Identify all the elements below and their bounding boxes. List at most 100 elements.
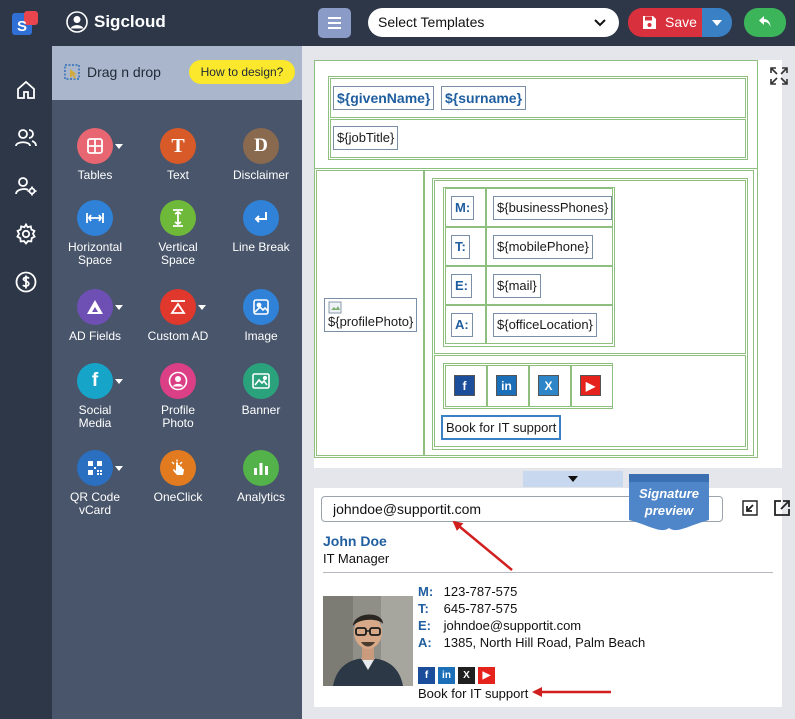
tool-profile[interactable]: Profile Photo xyxy=(136,363,220,430)
tool-horizontal[interactable]: Horizontal Space xyxy=(53,200,137,267)
tool-label: Banner xyxy=(219,404,303,417)
contact-key-field[interactable]: T: xyxy=(451,235,470,259)
tool-social[interactable]: f Social Media xyxy=(53,363,137,430)
tool-custom-ad[interactable]: Custom AD xyxy=(136,289,220,343)
tool-ad-fields[interactable]: AD Fields xyxy=(53,289,137,343)
collapse-preview-tab[interactable] xyxy=(523,471,623,487)
back-button[interactable] xyxy=(744,8,786,37)
linkedin-icon[interactable]: in xyxy=(438,667,455,684)
caret-down-icon[interactable] xyxy=(115,305,123,310)
given-name-field[interactable]: ${givenName} xyxy=(333,86,435,110)
tool-label-line: Line Break xyxy=(232,240,290,254)
tool-oneclick[interactable]: OneClick xyxy=(136,450,220,504)
contact-key-field[interactable]: A: xyxy=(451,313,473,337)
contact-value-field[interactable]: ${businessPhones} xyxy=(493,196,613,220)
disclaimer-icon: D xyxy=(243,128,279,164)
tool-analytics[interactable]: Analytics xyxy=(219,450,303,504)
home-icon[interactable] xyxy=(14,78,38,102)
preview-contact-row: T: 645-787-575 xyxy=(418,601,517,616)
tool-line-break[interactable]: Line Break xyxy=(219,200,303,254)
panel-header: Sigcloud xyxy=(52,0,302,46)
contact-cell-divider xyxy=(485,266,487,305)
tool-label-line: Custom AD xyxy=(147,329,209,343)
preview-cta-link[interactable]: Book for IT support xyxy=(418,686,528,701)
users-icon[interactable] xyxy=(14,126,38,150)
surname-field[interactable]: ${surname} xyxy=(441,86,527,110)
sigcloud-logo-icon: S xyxy=(12,11,38,35)
contact-value-field[interactable]: ${mail} xyxy=(493,274,541,298)
x-icon[interactable]: X xyxy=(538,375,559,396)
tool-label: Disclaimer xyxy=(219,169,303,182)
caret-down-icon[interactable] xyxy=(115,466,123,471)
chevron-down-icon xyxy=(594,19,606,27)
facebook-icon[interactable]: f xyxy=(418,667,435,684)
tool-label: Analytics xyxy=(219,491,303,504)
tool-label: Text xyxy=(136,169,220,182)
tool-banner[interactable]: Banner xyxy=(219,363,303,417)
youtube-icon[interactable]: ▶ xyxy=(478,667,495,684)
contact-value-field[interactable]: ${officeLocation} xyxy=(493,313,597,337)
ribbon-line-1: Signature xyxy=(639,486,699,501)
gear-icon[interactable] xyxy=(14,222,38,246)
youtube-icon[interactable]: ▶ xyxy=(580,375,601,396)
caret-down-icon[interactable] xyxy=(115,379,123,384)
contact-key-field[interactable]: M: xyxy=(451,196,475,220)
tool-text[interactable]: T Text xyxy=(136,128,220,182)
facebook-icon[interactable]: f xyxy=(454,375,475,396)
preview-contact-value: johndoe@supportit.com xyxy=(443,618,582,633)
preview-divider xyxy=(323,572,773,573)
tool-panel: Sigcloud Drag n drop How to design? Tabl… xyxy=(52,0,302,719)
tool-disclaimer[interactable]: D Disclaimer xyxy=(219,128,303,182)
preview-contact-key: T: xyxy=(418,601,429,616)
caret-down-icon[interactable] xyxy=(198,305,206,310)
tool-label: AD Fields xyxy=(53,330,137,343)
signature-editor: ${givenName} ${surname} ${jobTitle} ${pr… xyxy=(314,60,788,468)
preview-contact-key: M: xyxy=(418,584,434,599)
menu-button[interactable] xyxy=(318,8,351,38)
tool-image[interactable]: Image xyxy=(219,289,303,343)
caret-down-icon[interactable] xyxy=(115,144,123,149)
save-button[interactable]: Save xyxy=(628,8,702,37)
tool-label: Line Break xyxy=(219,241,303,254)
drag-drop-strip: Drag n drop How to design? xyxy=(52,46,302,100)
insert-signature-icon[interactable] xyxy=(740,498,760,518)
tool-qr-code[interactable]: QR Code vCard xyxy=(53,450,137,517)
top-bar: Select Templates Save xyxy=(302,0,795,46)
profile-photo-field[interactable]: ${profilePhoto} xyxy=(324,298,418,332)
tool-label-line: Image xyxy=(244,329,278,343)
tool-label: QR Code vCard xyxy=(53,491,137,517)
tool-label-line: Space xyxy=(77,253,113,267)
open-external-icon[interactable] xyxy=(772,498,792,518)
floppy-disk-icon xyxy=(643,16,656,29)
save-options-button[interactable] xyxy=(702,8,732,37)
left-rail: S xyxy=(0,0,52,719)
preview-contact-value: 123-787-575 xyxy=(443,584,518,599)
dollar-icon[interactable] xyxy=(14,270,38,294)
template-select[interactable]: Select Templates xyxy=(368,8,619,37)
analytics-icon xyxy=(243,450,279,486)
user-settings-icon[interactable] xyxy=(14,174,38,198)
contact-key-field[interactable]: E: xyxy=(451,274,472,298)
preview-name: John Doe xyxy=(323,533,387,549)
template-select-label: Select Templates xyxy=(378,14,485,30)
tool-label-line: Analytics xyxy=(236,490,286,504)
tool-tables[interactable]: Tables xyxy=(53,128,137,182)
linkedin-icon[interactable]: in xyxy=(496,375,517,396)
svg-text:S: S xyxy=(17,18,27,35)
drag-drop-label: Drag n drop xyxy=(87,64,161,80)
x-icon[interactable]: X xyxy=(458,667,475,684)
contact-value-field[interactable]: ${mobilePhone} xyxy=(493,235,593,259)
tool-label-line: Media xyxy=(78,416,112,430)
cta-link-field[interactable]: Book for IT support xyxy=(441,415,562,440)
fullscreen-icon[interactable] xyxy=(769,66,789,86)
preview-contact-value: 645-787-575 xyxy=(443,601,518,616)
caret-down-icon xyxy=(568,476,578,482)
job-title-field[interactable]: ${jobTitle} xyxy=(333,126,399,150)
tool-label: Social Media xyxy=(53,404,137,430)
preview-job-title: IT Manager xyxy=(323,551,390,566)
tool-vertical[interactable]: Vertical Space xyxy=(136,200,220,267)
preview-profile-photo xyxy=(323,596,413,686)
tool-label: Custom AD xyxy=(136,330,220,343)
user-avatar-icon[interactable] xyxy=(66,11,88,33)
how-to-design-button[interactable]: How to design? xyxy=(189,60,295,84)
